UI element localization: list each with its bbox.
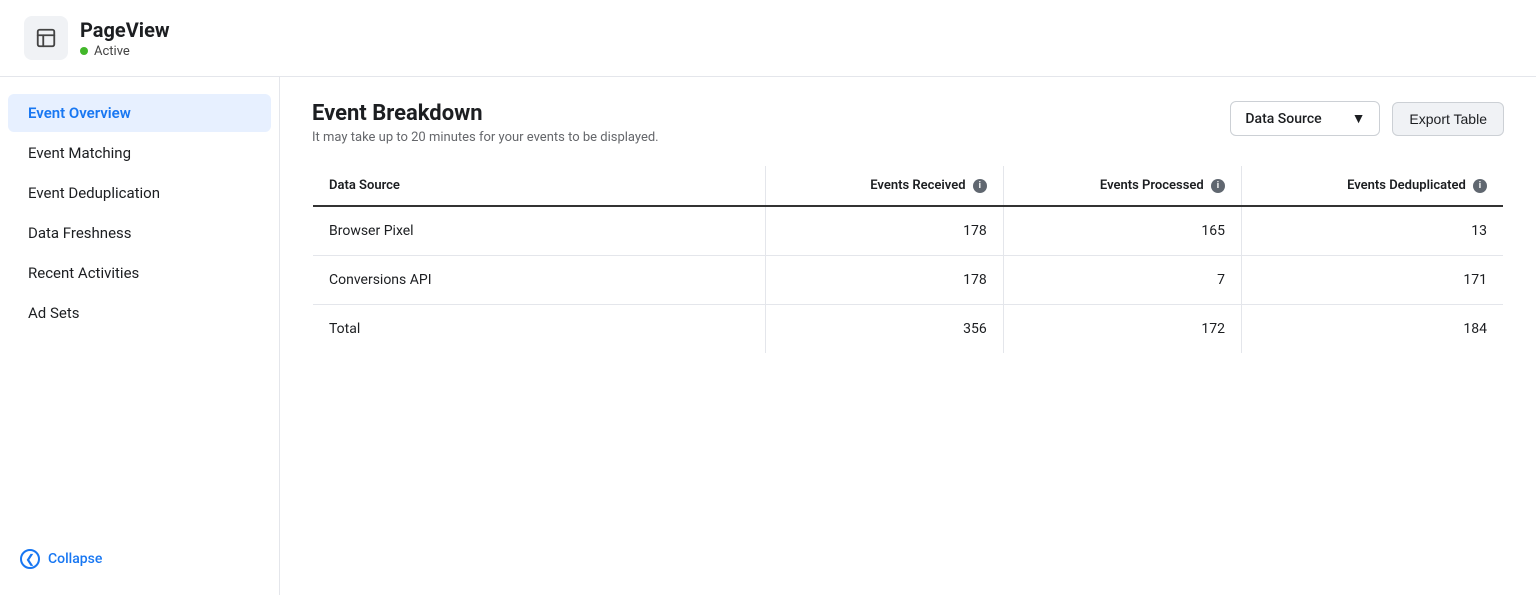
collapse-button[interactable]: ❮ Collapse — [0, 539, 279, 579]
col-header-source: Data Source — [313, 166, 766, 207]
collapse-label: Collapse — [48, 551, 102, 567]
chevron-down-icon: ▼ — [1352, 110, 1366, 127]
cell-deduplicated-1: 171 — [1241, 256, 1503, 305]
event-breakdown-table: Data Source Events Received i Events Pro… — [312, 165, 1504, 354]
cell-source-2: Total — [313, 305, 766, 354]
sidebar-item-ad-sets[interactable]: Ad Sets — [8, 294, 271, 332]
cell-deduplicated-2: 184 — [1241, 305, 1503, 354]
app-container: PageView Active Event Overview Event Mat… — [0, 0, 1536, 595]
main-content: Event Breakdown It may take up to 20 min… — [280, 77, 1536, 595]
info-icon-deduplicated: i — [1473, 179, 1487, 193]
sidebar-item-data-freshness[interactable]: Data Freshness — [8, 214, 271, 252]
cell-deduplicated-0: 13 — [1241, 206, 1503, 256]
table-row: Total 356 172 184 — [313, 305, 1504, 354]
layout-icon — [35, 27, 57, 49]
cell-processed-1: 7 — [1003, 256, 1241, 305]
info-icon-processed: i — [1211, 179, 1225, 193]
cell-received-1: 178 — [765, 256, 1003, 305]
page-subtitle: It may take up to 20 minutes for your ev… — [312, 130, 659, 145]
content-actions: Data Source ▼ Export Table — [1230, 101, 1504, 136]
sidebar-item-event-overview[interactable]: Event Overview — [8, 94, 271, 132]
col-header-received: Events Received i — [765, 166, 1003, 207]
sidebar-item-recent-activities[interactable]: Recent Activities — [8, 254, 271, 292]
table-header-row: Data Source Events Received i Events Pro… — [313, 166, 1504, 207]
status-dot — [80, 47, 88, 55]
collapse-icon: ❮ — [20, 549, 40, 569]
cell-source-0: Browser Pixel — [313, 206, 766, 256]
app-title: PageView — [80, 18, 170, 42]
data-source-dropdown[interactable]: Data Source ▼ — [1230, 101, 1380, 136]
data-source-label: Data Source — [1245, 111, 1321, 127]
sidebar-item-event-deduplication[interactable]: Event Deduplication — [8, 174, 271, 212]
col-header-processed: Events Processed i — [1003, 166, 1241, 207]
sidebar: Event Overview Event Matching Event Dedu… — [0, 77, 280, 595]
main-layout: Event Overview Event Matching Event Dedu… — [0, 77, 1536, 595]
content-title-section: Event Breakdown It may take up to 20 min… — [312, 101, 659, 145]
header-status: Active — [80, 44, 170, 59]
cell-source-1: Conversions API — [313, 256, 766, 305]
cell-processed-0: 165 — [1003, 206, 1241, 256]
header-info: PageView Active — [80, 18, 170, 59]
page-title: Event Breakdown — [312, 101, 659, 126]
cell-received-0: 178 — [765, 206, 1003, 256]
header: PageView Active — [0, 0, 1536, 77]
cell-processed-2: 172 — [1003, 305, 1241, 354]
info-icon-received: i — [973, 179, 987, 193]
app-icon — [24, 16, 68, 60]
export-table-button[interactable]: Export Table — [1392, 102, 1504, 136]
table-row: Conversions API 178 7 171 — [313, 256, 1504, 305]
status-label: Active — [94, 44, 130, 59]
sidebar-item-event-matching[interactable]: Event Matching — [8, 134, 271, 172]
table-row: Browser Pixel 178 165 13 — [313, 206, 1504, 256]
content-header: Event Breakdown It may take up to 20 min… — [312, 101, 1504, 145]
col-header-deduplicated: Events Deduplicated i — [1241, 166, 1503, 207]
cell-received-2: 356 — [765, 305, 1003, 354]
